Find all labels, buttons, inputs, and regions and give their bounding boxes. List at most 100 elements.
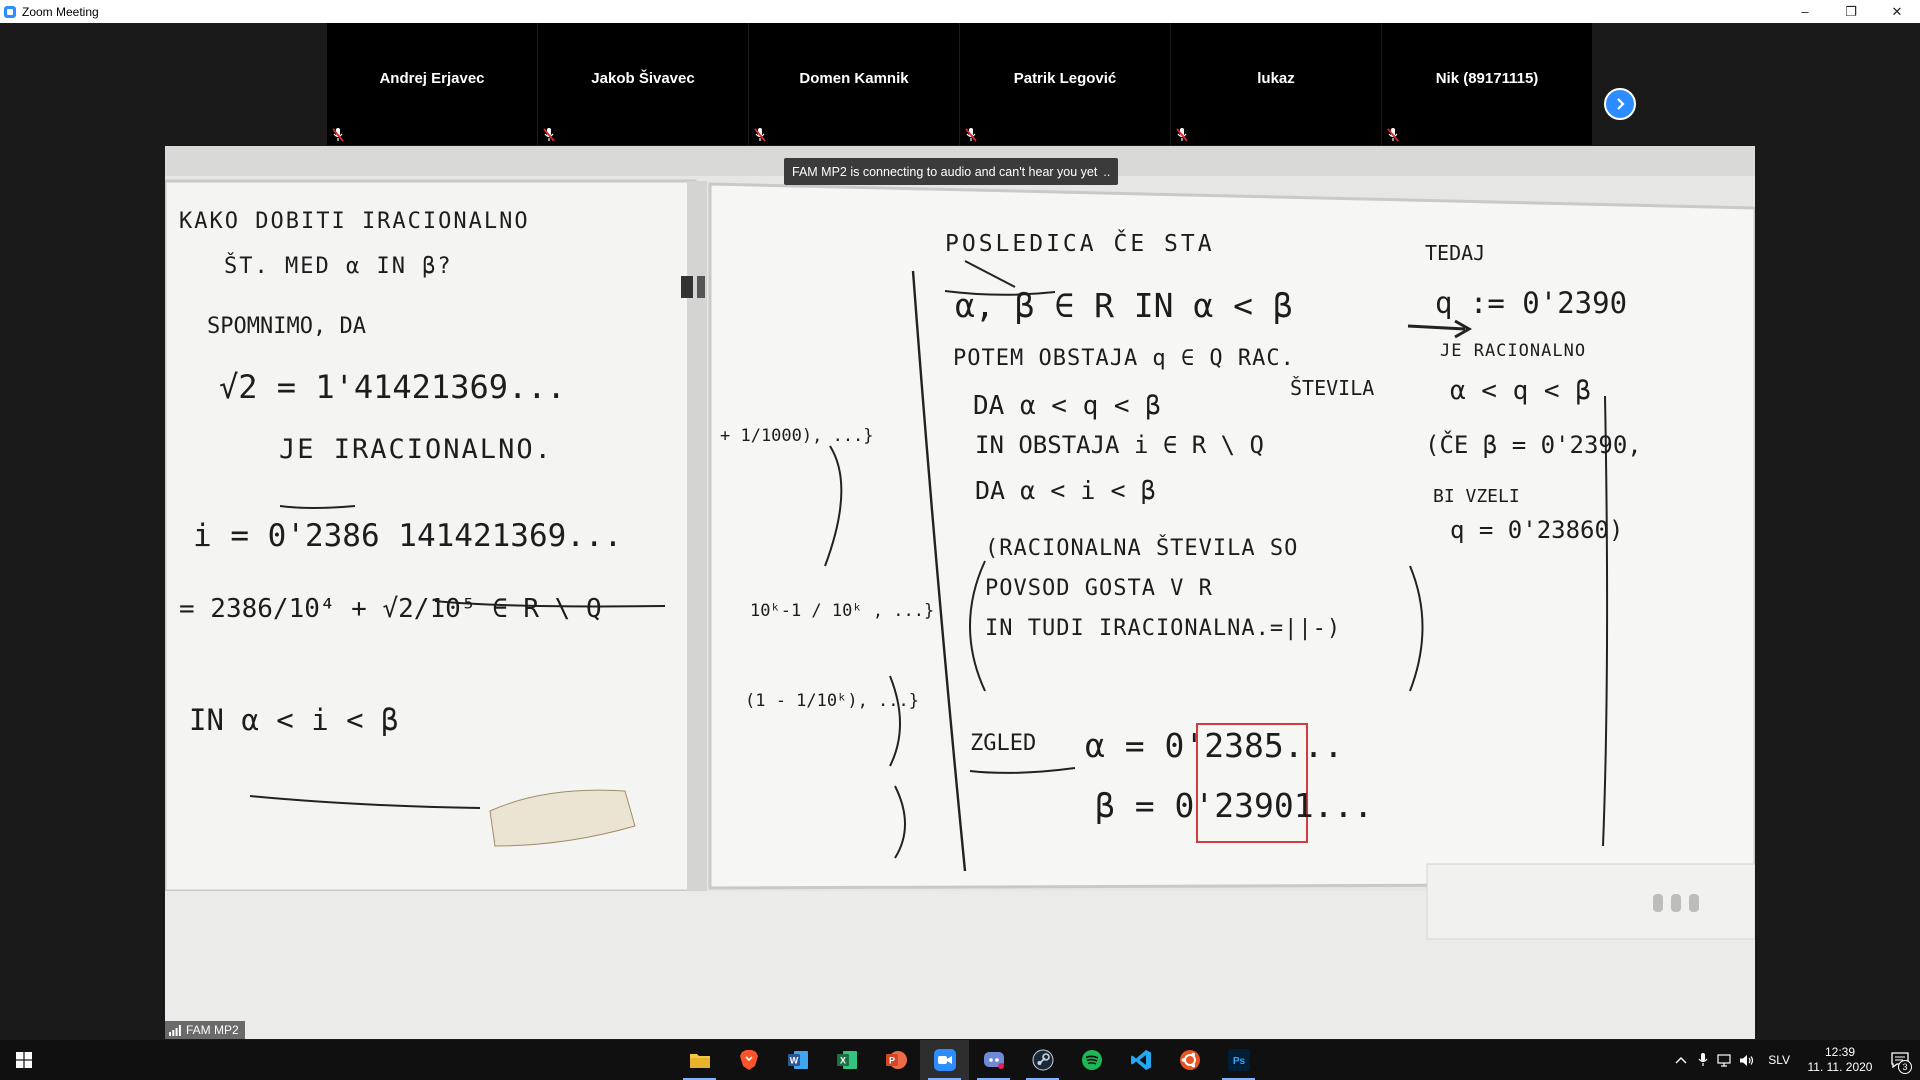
participant-name: Nik (89171115) [1435,69,1539,87]
board-line: α, β ∈ R IN α < β [955,286,1293,325]
restore-button[interactable]: ❐ [1828,0,1874,23]
board-line: POVSOD GOSTA V R [985,576,1213,601]
participant-tile[interactable]: Andrej Erjavec [327,23,537,145]
svg-text:Ps: Ps [1232,1056,1245,1067]
minimize-button[interactable]: – [1782,0,1828,23]
board-line: (1 - 1/10ᵏ), ...} [745,691,919,711]
volume-tray-button[interactable] [1736,1040,1758,1080]
board-line: + 1/1000), ...} [720,426,874,446]
chevron-up-icon [1675,1057,1687,1064]
audio-connecting-notice: FAM MP2 is connecting to audio and can't… [784,158,1119,185]
taskbar-app-brave[interactable] [724,1040,773,1080]
board-line: IN OBSTAJA i ∈ R \ Q [975,431,1264,459]
next-participants-button[interactable] [1604,88,1636,120]
beta-rest: 901... [1253,786,1374,825]
board-line: KAKO DOBITI IRACIONALNO [179,209,530,234]
speaker-icon [1740,1054,1754,1066]
action-center-button[interactable]: 3 [1880,1040,1920,1080]
participant-name: Andrej Erjavec [379,69,485,87]
participant-name: Patrik Legović [1013,69,1117,87]
start-button[interactable] [0,1040,48,1080]
board-line: BI VZELI [1433,486,1520,507]
chevron-right-icon [1617,98,1625,110]
board-line: √2 = 1'41421369... [219,368,566,406]
window-title-bar: Zoom Meeting – ❐ ✕ [0,0,1920,23]
discord-icon [983,1052,1004,1069]
speaker-name: FAM MP2 [186,1023,239,1037]
beta-digits: 0'23 [1174,786,1254,825]
participant-tile[interactable]: lukaz [1171,23,1381,145]
svg-text:P: P [888,1056,894,1066]
ubuntu-icon [1179,1050,1200,1070]
word-icon: W [787,1051,808,1069]
board-line: (RACIONALNA ŠTEVILA SO [985,536,1299,561]
board-line: ŠTEVILA [1290,376,1375,400]
participant-tile[interactable]: Jakob Šivavec [538,23,748,145]
microphone-tray-button[interactable] [1692,1040,1714,1080]
clock-time: 12:39 [1824,1045,1856,1059]
zoom-logo-icon [4,5,16,18]
folder-icon [689,1054,710,1068]
board-line: JE IRACIONALNO. [279,434,553,465]
beta-value: β = 0'23901... [1095,786,1373,825]
muted-mic-icon [543,128,555,142]
signal-bars-icon [169,1024,181,1036]
taskbar-app-ubuntu[interactable] [1165,1040,1214,1080]
board-line: TEDAJ [1425,241,1486,265]
board-line: IN TUDI IRACIONALNA.=||-) [985,616,1342,641]
alpha-value: α = 0'2385... [1085,726,1343,765]
participant-name: Domen Kamnik [799,69,909,87]
show-hidden-icons-button[interactable] [1670,1040,1692,1080]
excel-icon: X [836,1051,857,1069]
input-language-indicator[interactable]: SLV [1758,1053,1800,1067]
board-line: (ČE β = 0'2390, [1425,431,1642,459]
zoom-icon [933,1049,956,1071]
board-line: α < q < β [1450,376,1591,406]
network-tray-button[interactable] [1714,1040,1736,1080]
brave-icon [739,1050,758,1070]
photoshop-icon: Ps [1227,1049,1250,1071]
participant-strip: Andrej Erjavec Jakob Šivavec Domen Kamni… [327,23,1593,145]
taskbar-app-word[interactable]: W [773,1040,822,1080]
close-button[interactable]: ✕ [1874,0,1920,23]
system-tray: SLV 12:39 11. 11. 2020 3 [1670,1040,1920,1080]
board-line: POTEM OBSTAJA q ∈ Q RAC. [953,346,1295,371]
board-line: DA α < i < β [975,476,1156,505]
notification-count: 3 [1898,1060,1912,1074]
taskbar-app-file-explorer[interactable] [675,1040,724,1080]
taskbar-app-excel[interactable]: X [822,1040,871,1080]
taskbar-app-steam[interactable] [1018,1040,1067,1080]
board-line: = 2386/10⁴ + √2/10⁵ ∈ R \ Q [179,594,602,624]
board-line: i = 0'2386 141421369... [193,518,623,554]
participant-name: Jakob Šivavec [591,69,695,87]
alpha-rest: 85... [1243,726,1344,765]
taskbar-app-photoshop[interactable]: Ps [1214,1040,1263,1080]
taskbar-app-zoom[interactable] [920,1040,969,1080]
whiteboard-scene [165,146,1755,1039]
spotify-icon [1081,1050,1102,1070]
muted-mic-icon [1387,128,1399,142]
muted-mic-icon [332,128,344,142]
muted-mic-icon [1176,128,1188,142]
taskbar-app-discord[interactable] [969,1040,1018,1080]
board-line: SPOMNIMO, DA [207,314,366,339]
speaker-name-label: FAM MP2 [165,1021,245,1039]
taskbar-app-vscode[interactable] [1116,1040,1165,1080]
board-line: q = 0'23860) [1450,516,1624,544]
board-line: q := 0'2390 [1435,286,1628,320]
beta-prefix: β = [1095,786,1175,825]
window-title: Zoom Meeting [22,4,99,19]
system-clock[interactable]: 12:39 11. 11. 2020 [1800,1045,1880,1075]
taskbar-app-powerpoint[interactable]: P [871,1040,920,1080]
taskbar-app-spotify[interactable] [1067,1040,1116,1080]
board-heading: POSLEDICA ČE STA [945,231,1215,257]
participant-tile[interactable]: Patrik Legović [960,23,1170,145]
example-label: ZGLED [970,731,1037,756]
powerpoint-icon: P [885,1051,907,1069]
board-line: IN α < i < β [189,703,399,737]
participant-tile[interactable]: Nik (89171115) [1382,23,1592,145]
svg-text:W: W [789,1056,798,1066]
more-dots-icon: .. [1103,164,1111,179]
participant-tile[interactable]: Domen Kamnik [749,23,959,145]
window-controls: – ❐ ✕ [1782,0,1920,23]
